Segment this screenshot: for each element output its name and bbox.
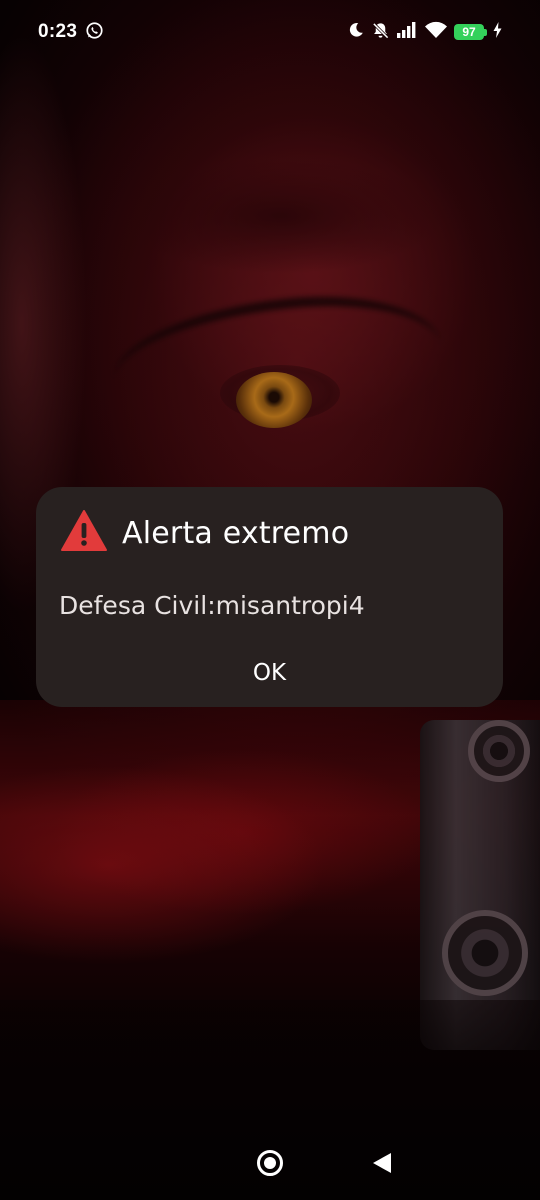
wifi-icon — [424, 21, 448, 43]
alert-message: Defesa Civil:misantropi4 — [59, 591, 365, 620]
charging-bolt-icon — [493, 22, 502, 42]
battery-level: 97 — [454, 24, 484, 40]
alert-header: Alerta extremo — [60, 509, 349, 557]
alert-title: Alerta extremo — [122, 515, 350, 551]
status-clock: 0:23 — [38, 21, 78, 42]
battery-tip — [484, 28, 487, 36]
cellular-signal-icon — [396, 21, 418, 43]
navigation-bar — [0, 1130, 540, 1200]
lock-screen: 0:23 97 Alerta extremo Defesa Civil:misa… — [0, 0, 540, 1200]
whatsapp-icon — [85, 21, 104, 44]
wallpaper-iris — [236, 372, 312, 428]
status-right: 97 — [347, 21, 502, 44]
ok-button[interactable]: OK — [36, 651, 503, 695]
warning-triangle-icon — [60, 509, 108, 557]
bell-off-icon — [371, 21, 390, 44]
status-bar: 0:23 97 — [0, 0, 540, 64]
battery-icon: 97 — [454, 24, 487, 40]
status-left: 0:23 — [38, 21, 104, 44]
home-icon[interactable] — [256, 1149, 284, 1177]
emergency-alert-dialog: Alerta extremo Defesa Civil:misantropi4 … — [36, 487, 503, 707]
moon-icon — [347, 21, 365, 43]
back-icon[interactable] — [370, 1151, 394, 1175]
ornament-flower-bottom — [442, 910, 528, 996]
ornament-flower-top — [468, 720, 530, 782]
